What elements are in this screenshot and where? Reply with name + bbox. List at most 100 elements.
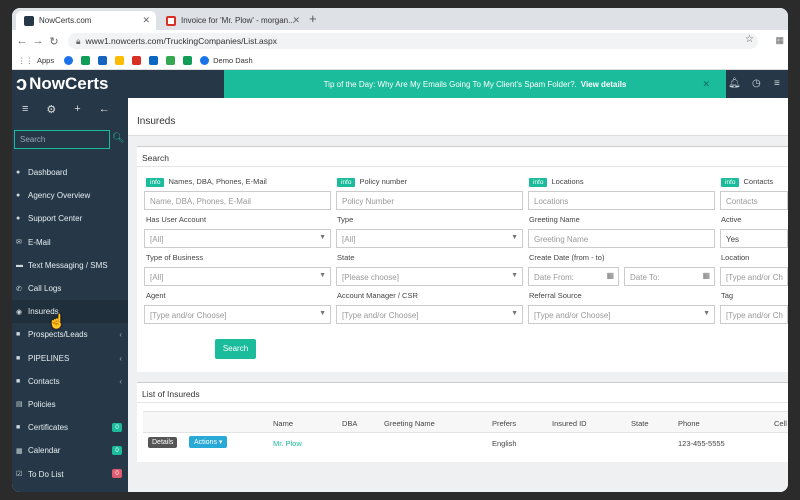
url-text: www1.nowcerts.com/TruckingCompanies/List… — [85, 36, 278, 46]
details-button[interactable]: Details — [148, 437, 178, 448]
sidebar-item-agency-overview[interactable]: ● Agency Overview — [12, 184, 128, 207]
bookmark-edge-icon[interactable] — [200, 56, 210, 65]
referral-source-select[interactable]: [Type and/or Choose] ▼ — [528, 305, 715, 324]
sidebar-item-dashboard[interactable]: ● Dashboard — [12, 161, 128, 184]
locations-input[interactable]: Locations — [528, 191, 715, 210]
sidebar-item-todo[interactable]: ☑ To Do List 0 — [12, 462, 128, 485]
extensions-icon[interactable]: ▦ — [775, 35, 784, 46]
column-header-greeting[interactable]: Greeting Name — [384, 419, 435, 428]
bookmark-ie-icon[interactable] — [64, 56, 74, 65]
date-to-input[interactable]: Date To: ▦ — [624, 267, 715, 286]
policy-number-input[interactable]: Policy Number — [336, 191, 523, 210]
sidebar-item-label: PIPELINES — [28, 353, 70, 363]
info-badge[interactable]: info — [337, 178, 356, 187]
names-search-input[interactable]: Name, DBA, Phones, E-Mail — [144, 191, 331, 210]
forward-icon[interactable]: → — [30, 35, 46, 47]
app-header: ↄ NowCerts Tip of the Day: Why Are My Em… — [12, 70, 788, 98]
column-header-phone[interactable]: Phone — [678, 419, 700, 428]
bookmark-demo-dash[interactable]: Demo Dash — [213, 56, 253, 65]
info-badge[interactable]: info — [721, 178, 740, 187]
menu-icon[interactable]: ≡ — [774, 78, 780, 89]
state-select[interactable]: [Please choose] ▼ — [336, 267, 523, 286]
calendar-icon: ▦ — [16, 447, 23, 455]
create-date-label: Create Date (from - to) — [529, 253, 605, 262]
settings-icon[interactable]: ⚙ — [46, 103, 56, 116]
contacts-input[interactable]: Contacts — [720, 191, 788, 210]
sidebar-item-label: Call Logs — [28, 284, 62, 294]
sidebar-item-label: Certificates — [28, 423, 69, 433]
sidebar-item-calendar[interactable]: ▦ Calendar 0 — [12, 439, 128, 462]
location-label: Location — [721, 253, 750, 262]
greeting-name-input[interactable]: Greeting Name — [528, 229, 715, 248]
phone-icon: ✆ — [16, 285, 22, 293]
clock-icon[interactable]: ◷ — [752, 78, 761, 89]
close-tab-icon[interactable]: ✕ — [292, 15, 300, 26]
sidebar-item-email[interactable]: ✉ E-Mail — [12, 231, 128, 254]
bookmark-star-icon[interactable]: ☆ — [745, 34, 754, 45]
user-account-select[interactable]: [All] ▼ — [144, 229, 331, 248]
new-tab-icon[interactable]: + — [309, 11, 317, 26]
sidebar-item-call-logs[interactable]: ✆ Call Logs — [12, 277, 128, 300]
bookmark-cloud-icon[interactable] — [81, 56, 91, 65]
active-select[interactable]: Yes — [720, 229, 788, 248]
column-header-dba[interactable]: DBA — [342, 419, 357, 428]
nowcerts-logo[interactable]: ↄ NowCerts — [16, 73, 108, 95]
info-badge[interactable]: info — [529, 178, 548, 187]
sidebar-item-certificates[interactable]: ■ Certificates 0 — [12, 416, 128, 439]
close-tip-icon[interactable]: ✕ — [702, 79, 710, 90]
date-from-input[interactable]: Date From: ▦ — [528, 267, 619, 286]
calendar-icon[interactable]: ▦ — [702, 271, 710, 280]
calendar-icon[interactable]: ▦ — [606, 271, 614, 280]
type-select[interactable]: [All] ▼ — [336, 229, 523, 248]
back-icon[interactable]: ← — [14, 35, 30, 47]
bookmark-gmail-icon[interactable] — [132, 56, 142, 65]
bookmark-shield-icon[interactable] — [98, 56, 108, 65]
account-manager-label: Account Manager / CSR — [337, 291, 418, 300]
browser-tab-nowcerts[interactable]: NowCerts.com ✕ — [16, 11, 156, 30]
column-header-prefers[interactable]: Prefers — [492, 419, 516, 428]
search-icon[interactable]: 🔍︎ — [112, 133, 125, 144]
sidebar-item-insureds[interactable]: ◉ Insureds — [12, 300, 128, 324]
address-bar[interactable]: 🔒︎ www1.nowcerts.com/TruckingCompanies/L… — [68, 33, 758, 49]
add-icon[interactable]: + — [74, 103, 80, 115]
account-manager-select[interactable]: [Type and/or Choose] ▼ — [336, 305, 523, 324]
sidebar-item-policies[interactable]: ▤ Policies — [12, 393, 128, 416]
type-of-business-select[interactable]: [All] ▼ — [144, 267, 331, 286]
location-select[interactable]: [Type and/or Ch — [720, 267, 788, 286]
bookmark-linkedin-icon[interactable] — [149, 56, 159, 65]
info-badge[interactable]: info — [146, 178, 165, 187]
collapse-arrow-icon[interactable]: ← — [99, 103, 110, 115]
sidebar-item-support-center[interactable]: ● Support Center — [12, 207, 128, 230]
dropdown-caret-icon: ▼ — [511, 272, 518, 279]
close-tab-icon[interactable]: ✕ — [142, 15, 150, 26]
contacts-label: info Contacts — [721, 177, 773, 187]
notifications-bell-icon[interactable]: 🔔︎ — [728, 78, 741, 89]
search-button[interactable]: Search — [215, 339, 256, 359]
tip-view-details-link[interactable]: View details — [581, 80, 627, 89]
sidebar-search-input[interactable]: Search — [14, 130, 110, 149]
bookmark-meet-icon[interactable] — [166, 56, 176, 65]
column-header-insured-id[interactable]: Insured ID — [552, 419, 587, 428]
actions-dropdown-button[interactable]: Actions ▾ — [189, 436, 228, 448]
bookmark-doc-icon[interactable] — [115, 56, 125, 65]
sidebar-item-pipelines[interactable]: ■ PIPELINES ‹ — [12, 347, 128, 370]
hamburger-icon[interactable]: ≡ — [22, 103, 28, 115]
bookmark-apps[interactable]: Apps — [37, 56, 54, 65]
agent-select[interactable]: [Type and/or Choose] ▼ — [144, 305, 331, 324]
tag-select[interactable]: [Type and/or Ch — [720, 305, 788, 324]
browser-window: NowCerts.com ✕ Invoice for 'Mr. Plow' - … — [12, 8, 788, 492]
column-header-state[interactable]: State — [631, 419, 649, 428]
column-header-cell[interactable]: Cell — [774, 419, 787, 428]
sidebar-item-sms[interactable]: ▬ Text Messaging / SMS — [12, 254, 128, 277]
insured-name-link[interactable]: Mr. Plow — [273, 439, 302, 448]
sidebar-item-prospects[interactable]: ■ Prospects/Leads ‹ — [12, 323, 128, 346]
todo-count-badge: 0 — [112, 469, 122, 479]
browser-tab-invoice[interactable]: Invoice for 'Mr. Plow' - morgan... ✕ — [158, 11, 306, 30]
reload-icon[interactable]: ↻ — [46, 35, 62, 48]
apps-grid-icon[interactable]: ⋮⋮ — [18, 56, 33, 65]
sidebar-item-label: Prospects/Leads — [28, 330, 88, 340]
bookmark-drive-icon[interactable] — [183, 56, 193, 65]
column-header-name[interactable]: Name — [273, 419, 293, 428]
sidebar-item-contacts[interactable]: ■ Contacts ‹ — [12, 370, 128, 393]
certificate-icon: ■ — [16, 424, 21, 432]
